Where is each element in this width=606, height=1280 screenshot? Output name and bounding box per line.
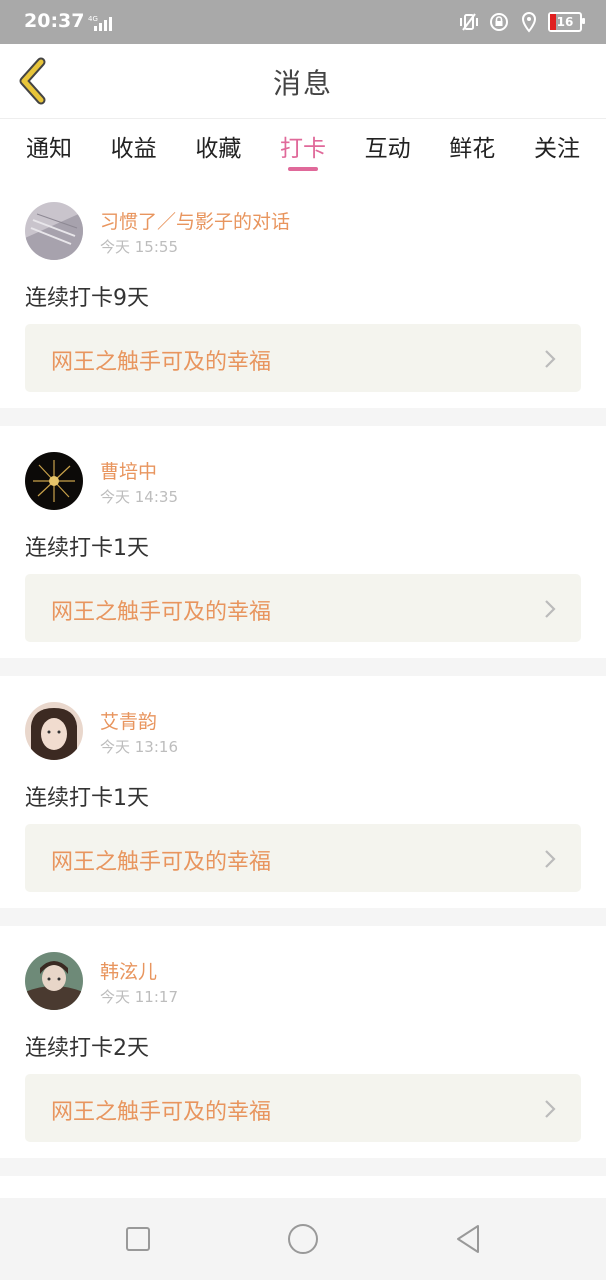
battery-level: 16 [556,15,574,29]
recent-apps-icon[interactable] [121,1222,155,1256]
avatar[interactable] [25,952,83,1010]
top-bar: 消息 [0,44,606,119]
back-icon[interactable] [452,1222,486,1256]
system-nav-bar [0,1198,606,1280]
username[interactable]: 习惯了／与影子的对话 [100,207,290,234]
username[interactable]: 曹培中 [100,457,157,484]
message-item: 曹培中 今天 14:35 连续打卡1天 网王之触手可及的幸福 [0,426,606,658]
book-title: 网王之触手可及的幸福 [51,600,272,625]
checkin-text: 连续打卡1天 [25,786,149,811]
book-link[interactable]: 网王之触手可及的幸福 [25,824,581,892]
message-time: 今天 13:16 [100,738,178,756]
message-time: 今天 14:35 [100,488,178,506]
tab-interaction[interactable]: 互动 [351,119,425,175]
tab-flowers[interactable]: 鲜花 [435,119,509,175]
alarm-lock-icon [490,13,508,31]
tab-earnings[interactable]: 收益 [97,119,171,175]
book-title: 网王之触手可及的幸福 [51,850,272,875]
tab-label: 互动 [364,136,411,162]
checkin-text: 连续打卡9天 [25,286,149,311]
network-label: 4G [88,15,98,23]
home-icon[interactable] [286,1222,320,1256]
divider [0,1158,606,1176]
checkin-text: 连续打卡2天 [25,1036,149,1061]
tab-label: 收益 [110,136,157,162]
status-icons: 16 [458,10,585,34]
signal-icon: 4G [88,15,112,31]
username[interactable]: 韩泫儿 [100,957,157,984]
book-title: 网王之触手可及的幸福 [51,1100,272,1125]
avatar[interactable] [25,202,83,260]
vibrate-icon [460,13,478,31]
checkin-text: 连续打卡1天 [25,536,149,561]
tab-label: 打卡 [279,136,326,162]
tab-checkin[interactable]: 打卡 [266,119,340,175]
page-title: 消息 [272,67,333,100]
status-bar: 20:37 4G 16 [0,0,606,44]
active-tab-indicator [287,167,318,171]
book-title: 网王之触手可及的幸福 [51,350,272,375]
tab-notice[interactable]: 通知 [12,119,86,175]
tab-label: 收藏 [195,136,242,162]
location-icon [521,11,537,33]
tab-favorites[interactable]: 收藏 [181,119,255,175]
username[interactable]: 艾青韵 [100,707,157,734]
message-item: 韩泫儿 今天 11:17 连续打卡2天 网王之触手可及的幸福 [0,926,606,1158]
tab-label: 关注 [533,136,580,162]
chevron-right-icon [545,1100,556,1118]
chevron-right-icon [545,350,556,368]
divider [0,408,606,426]
message-time: 今天 15:55 [100,238,178,256]
avatar[interactable] [25,452,83,510]
message-list: 习惯了／与影子的对话 今天 15:55 连续打卡9天 网王之触手可及的幸福 曹培… [0,176,606,1176]
tab-bar: 通知 收益 收藏 打卡 互动 鲜花 关注 [0,119,606,175]
battery-icon: 16 [548,12,585,32]
divider [0,908,606,926]
message-time: 今天 11:17 [100,988,178,1006]
message-item: 艾青韵 今天 13:16 连续打卡1天 网王之触手可及的幸福 [0,676,606,908]
divider [0,658,606,676]
book-link[interactable]: 网王之触手可及的幸福 [25,574,581,642]
avatar[interactable] [25,702,83,760]
clock: 20:37 [24,10,85,32]
message-item: 习惯了／与影子的对话 今天 15:55 连续打卡9天 网王之触手可及的幸福 [0,176,606,408]
tab-following[interactable]: 关注 [520,119,594,175]
book-link[interactable]: 网王之触手可及的幸福 [25,324,581,392]
chevron-right-icon [545,600,556,618]
book-link[interactable]: 网王之触手可及的幸福 [25,1074,581,1142]
tab-label: 通知 [26,136,72,162]
chevron-right-icon [545,850,556,868]
tab-label: 鲜花 [449,136,496,162]
